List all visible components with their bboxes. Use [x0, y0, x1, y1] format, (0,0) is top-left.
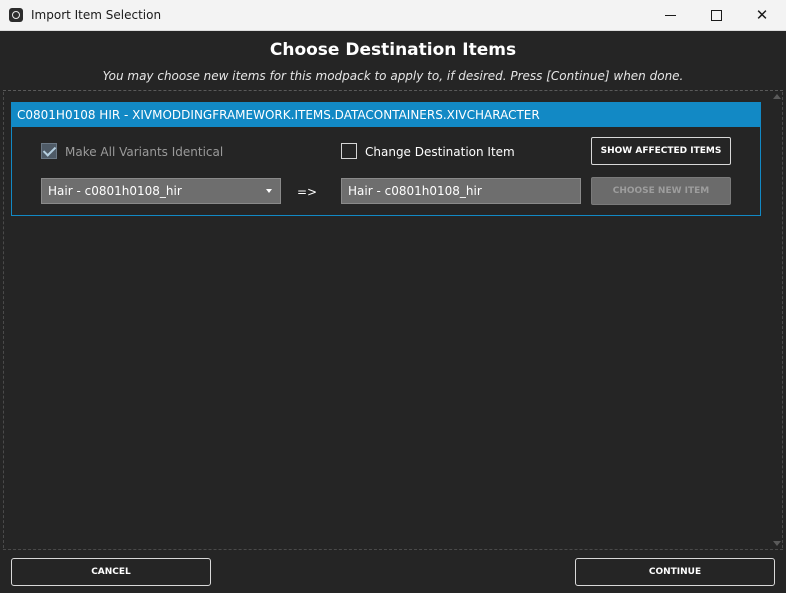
- minimize-icon: [664, 15, 676, 16]
- make-all-variants-checkbox[interactable]: [41, 143, 57, 159]
- change-destination-checkbox[interactable]: [341, 143, 357, 159]
- chevron-down-icon: [266, 189, 272, 193]
- item-panel-header: C0801H0108 HIR - XIVMODDINGFRAMEWORK.ITE…: [12, 103, 760, 127]
- page-title: Choose Destination Items: [269, 40, 517, 60]
- change-destination-label[interactable]: Change Destination Item: [365, 145, 515, 159]
- window-titlebar[interactable]: Import Item Selection ✕: [0, 0, 786, 31]
- header-divider: [3, 90, 783, 91]
- page-subtitle: You may choose new items for this modpac…: [102, 69, 684, 83]
- source-item-select[interactable]: Hair - c0801h0108_hir: [41, 178, 281, 204]
- source-item-select-value: Hair - c0801h0108_hir: [48, 184, 182, 198]
- app-icon: [9, 8, 23, 22]
- item-panel: C0801H0108 HIR - XIVMODDINGFRAMEWORK.ITE…: [11, 102, 761, 216]
- choose-new-item-button[interactable]: CHOOSE NEW ITEM: [591, 177, 731, 205]
- close-icon: ✕: [755, 6, 769, 24]
- close-button[interactable]: ✕: [739, 0, 785, 31]
- cancel-button[interactable]: CANCEL: [11, 558, 211, 586]
- show-affected-items-button[interactable]: SHOW AFFECTED ITEMS: [591, 137, 731, 165]
- destination-item-field: Hair - c0801h0108_hir: [341, 178, 581, 204]
- minimize-button[interactable]: [647, 0, 693, 31]
- make-all-variants-label: Make All Variants Identical: [65, 145, 224, 159]
- window-title: Import Item Selection: [31, 8, 162, 22]
- footer-divider: [3, 549, 783, 550]
- mapping-arrow: =>: [297, 185, 318, 199]
- continue-button[interactable]: CONTINUE: [575, 558, 775, 586]
- maximize-icon: [710, 10, 722, 21]
- maximize-button[interactable]: [693, 0, 739, 31]
- scroll-down-icon[interactable]: [773, 541, 781, 546]
- dialog-header: Choose Destination Items You may choose …: [0, 31, 786, 91]
- scroll-up-icon[interactable]: [773, 94, 781, 99]
